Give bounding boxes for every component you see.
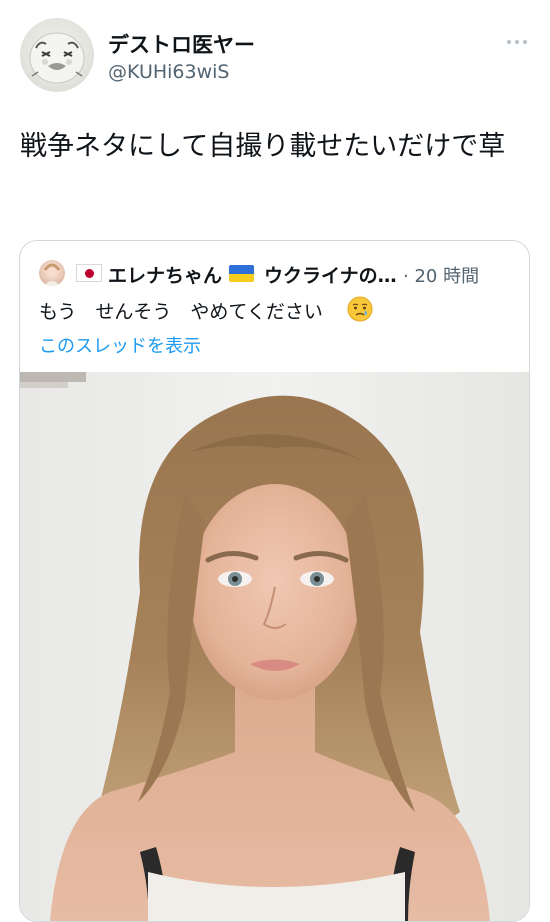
ukraine-flag-icon [229, 265, 254, 282]
selfie-photo[interactable] [20, 372, 529, 921]
cartoon-avatar-image [29, 32, 85, 84]
tweet-text: 戦争ネタにして自撮り載せたいだけで草 [20, 131, 506, 162]
author-handle[interactable]: @KUHi63wiS [108, 61, 229, 83]
author-display-name[interactable]: デストロ医ヤー [108, 29, 255, 59]
japan-flag-icon [76, 264, 102, 282]
more-horizontal-icon[interactable] [505, 37, 529, 47]
crying-face-emoji-icon [347, 296, 373, 322]
quoted-author-avatar[interactable] [39, 260, 65, 286]
quoted-tweet-card[interactable]: エレナちゃん ウクライナの… · 20 時間 もう せんそう やめてください こ… [19, 240, 530, 922]
quoted-timestamp[interactable]: · 20 時間 [403, 262, 479, 288]
quoted-tweet-text: もう せんそう やめてください [39, 301, 323, 323]
show-thread-link[interactable]: このスレッドを表示 [39, 332, 201, 358]
quoted-author-name[interactable]: エレナちゃん [108, 261, 222, 288]
author-avatar[interactable] [20, 18, 94, 92]
quoted-author-name-suffix[interactable]: ウクライナの… [264, 261, 397, 288]
